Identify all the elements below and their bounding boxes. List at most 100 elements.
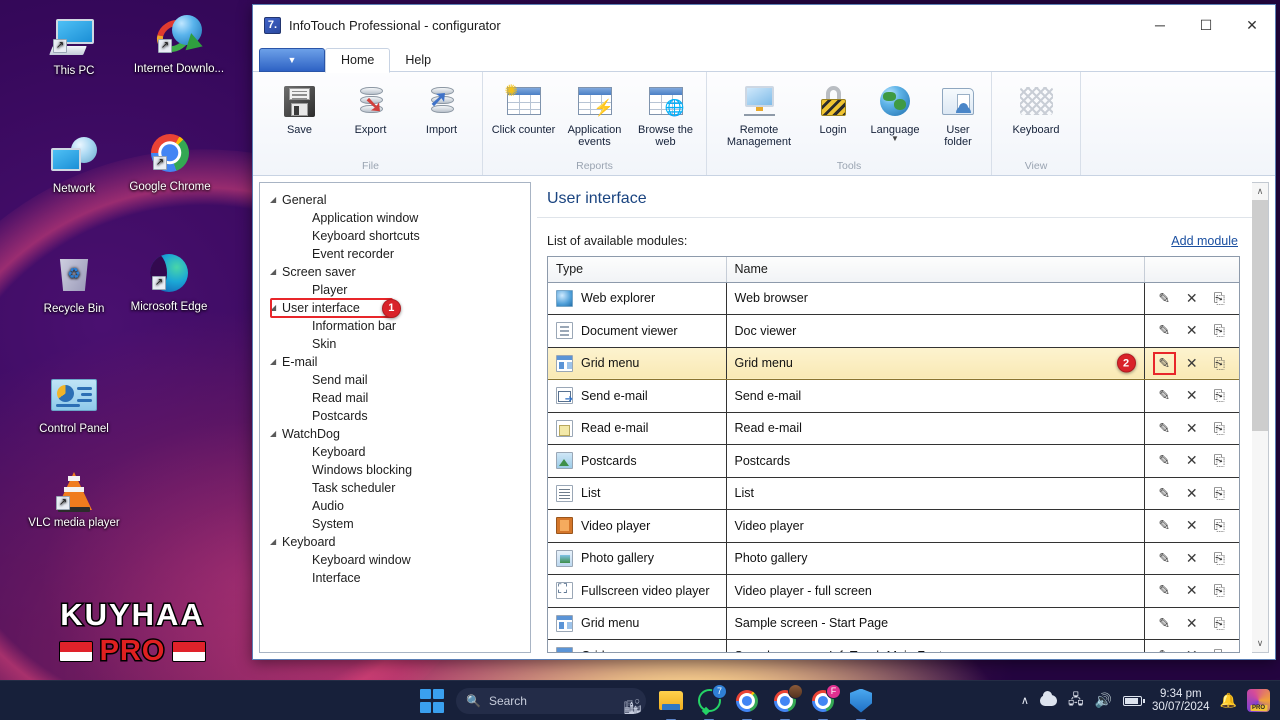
- taskbar-whatsapp[interactable]: 7: [696, 683, 727, 720]
- row-copy-button[interactable]: ⎘: [1209, 418, 1230, 439]
- battery-icon[interactable]: [1123, 695, 1145, 706]
- tree-item-interface[interactable]: Interface: [266, 569, 526, 587]
- desktop-icon-google-chrome[interactable]: ↗ Google Chrome: [122, 128, 218, 194]
- expand-triangle-icon[interactable]: ◢: [270, 358, 282, 366]
- tree-item-screen-saver[interactable]: ◢ Screen saver: [266, 263, 526, 281]
- row-copy-button[interactable]: ⎘: [1209, 385, 1230, 406]
- table-row[interactable]: Grid menu Sample screen - Start Page ✎ ✕…: [548, 607, 1239, 640]
- row-delete-button[interactable]: ✕: [1181, 515, 1202, 536]
- tree-item-general[interactable]: ◢ General: [266, 191, 526, 209]
- scroll-up-button[interactable]: ∧: [1252, 183, 1268, 200]
- expand-triangle-icon[interactable]: ◢: [270, 430, 282, 438]
- import-button[interactable]: ➚ Import: [407, 78, 476, 136]
- row-copy-button[interactable]: ⎘: [1209, 580, 1230, 601]
- row-delete-button[interactable]: ✕: [1181, 353, 1202, 374]
- row-delete-button[interactable]: ✕: [1181, 483, 1202, 504]
- table-row[interactable]: Fullscreen video player Video player - f…: [548, 574, 1239, 608]
- row-copy-button[interactable]: ⎘: [1209, 645, 1230, 652]
- expand-triangle-icon[interactable]: ◢: [270, 538, 282, 546]
- table-row[interactable]: Web explorer Web browser ✎ ✕ ⎘: [548, 282, 1239, 315]
- desktop-icon-internet-download-manager[interactable]: ↗ Internet Downlo...: [131, 10, 227, 76]
- tree-item-system[interactable]: System: [266, 515, 526, 533]
- add-module-link[interactable]: Add module: [1171, 234, 1238, 248]
- keyboard-button[interactable]: Keyboard: [998, 78, 1074, 136]
- application-menu-button[interactable]: ▼: [259, 48, 325, 72]
- tab-help[interactable]: Help: [390, 49, 446, 72]
- tree-item-read-mail[interactable]: Read mail: [266, 389, 526, 407]
- browse-the-web-button[interactable]: 🌐 Browse the web: [631, 78, 700, 148]
- minimize-button[interactable]: ─: [1137, 5, 1183, 45]
- scroll-down-button[interactable]: ∨: [1252, 635, 1268, 652]
- row-copy-button[interactable]: ⎘: [1209, 450, 1230, 471]
- row-delete-button[interactable]: ✕: [1181, 385, 1202, 406]
- row-edit-button[interactable]: ✎: [1154, 548, 1175, 569]
- row-edit-button[interactable]: ✎: [1154, 515, 1175, 536]
- table-row[interactable]: Grid menu Sample screen - InfoTouch Main…: [548, 639, 1239, 652]
- tree-item-audio[interactable]: Audio: [266, 497, 526, 515]
- row-delete-button[interactable]: ✕: [1181, 320, 1202, 341]
- tree-item-information-bar[interactable]: Information bar: [266, 317, 526, 335]
- settings-tree[interactable]: ◢ General Application window Keyboard sho…: [259, 182, 531, 653]
- content-vertical-scrollbar[interactable]: ∧ ∨: [1252, 182, 1269, 653]
- row-edit-button[interactable]: ✎: [1154, 288, 1175, 309]
- row-edit-button[interactable]: ✎: [1154, 320, 1175, 341]
- row-delete-button[interactable]: ✕: [1181, 613, 1202, 634]
- desktop-icon-control-panel[interactable]: Control Panel: [26, 370, 122, 436]
- expand-triangle-icon[interactable]: ◢: [270, 196, 282, 204]
- expand-triangle-icon[interactable]: ◢: [270, 268, 282, 276]
- row-edit-button[interactable]: ✎: [1154, 418, 1175, 439]
- taskbar-google-chrome-f[interactable]: F: [810, 683, 841, 720]
- desktop-icon-network[interactable]: Network: [26, 130, 122, 196]
- remote-management-button[interactable]: Remote Management: [713, 78, 805, 148]
- maximize-button[interactable]: ☐: [1183, 5, 1229, 45]
- taskbar-file-explorer[interactable]: [658, 688, 684, 720]
- row-edit-button[interactable]: ✎: [1154, 580, 1175, 601]
- table-row[interactable]: Video player Video player ✎ ✕ ⎘: [548, 509, 1239, 543]
- tree-item-windows-blocking[interactable]: Windows blocking: [266, 461, 526, 479]
- row-edit-button[interactable]: ✎: [1154, 450, 1175, 471]
- row-edit-button[interactable]: ✎: [1152, 351, 1176, 375]
- tree-item-postcards[interactable]: Postcards: [266, 407, 526, 425]
- close-button[interactable]: ✕: [1229, 5, 1275, 45]
- taskbar-google-chrome-profile[interactable]: [772, 683, 803, 720]
- column-header-type[interactable]: Type: [548, 257, 727, 283]
- tree-item-send-mail[interactable]: Send mail: [266, 371, 526, 389]
- row-copy-button[interactable]: ⎘: [1209, 353, 1230, 374]
- window-title-bar[interactable]: 7. InfoTouch Professional - configurator…: [253, 5, 1275, 45]
- row-edit-button[interactable]: ✎: [1154, 613, 1175, 634]
- save-button[interactable]: Save: [265, 78, 334, 136]
- tab-home[interactable]: Home: [325, 48, 391, 73]
- row-delete-button[interactable]: ✕: [1181, 548, 1202, 569]
- export-button[interactable]: ➘ Export: [336, 78, 405, 136]
- table-row-selected[interactable]: Grid menu Grid menu 2 ✎ ✕ ⎘: [548, 347, 1239, 380]
- scrollbar-track[interactable]: [1252, 200, 1268, 635]
- tree-item-skin[interactable]: Skin: [266, 335, 526, 353]
- tree-item-keyboard-shortcuts[interactable]: Keyboard shortcuts: [266, 227, 526, 245]
- pro-app-icon[interactable]: PRO: [1247, 689, 1270, 712]
- column-header-name[interactable]: Name: [726, 257, 1145, 283]
- desktop-icon-recycle-bin[interactable]: ♻ Recycle Bin: [26, 250, 122, 316]
- tree-item-application-window[interactable]: Application window: [266, 209, 526, 227]
- table-row[interactable]: Photo gallery Photo gallery ✎ ✕ ⎘: [548, 542, 1239, 575]
- click-counter-button[interactable]: ✺ Click counter: [489, 78, 558, 137]
- table-row[interactable]: Send e-mail Send e-mail ✎ ✕ ⎘: [548, 379, 1239, 413]
- scrollbar-thumb[interactable]: [1252, 200, 1268, 431]
- row-delete-button[interactable]: ✕: [1181, 450, 1202, 471]
- start-button[interactable]: [420, 688, 444, 713]
- tree-item-watchdog-keyboard[interactable]: Keyboard: [266, 443, 526, 461]
- row-copy-button[interactable]: ⎘: [1209, 613, 1230, 634]
- row-delete-button[interactable]: ✕: [1181, 288, 1202, 309]
- row-edit-button[interactable]: ✎: [1154, 483, 1175, 504]
- table-row[interactable]: Document viewer Doc viewer ✎ ✕ ⎘: [548, 314, 1239, 348]
- tree-item-email[interactable]: ◢ E-mail: [266, 353, 526, 371]
- table-row[interactable]: Postcards Postcards ✎ ✕ ⎘: [548, 444, 1239, 478]
- desktop-icon-this-pc[interactable]: ↗ This PC: [26, 12, 122, 78]
- onedrive-icon[interactable]: [1039, 691, 1057, 706]
- row-edit-button[interactable]: ✎: [1154, 385, 1175, 406]
- tree-item-task-scheduler[interactable]: Task scheduler: [266, 479, 526, 497]
- taskbar-google-chrome[interactable]: [734, 688, 760, 720]
- search-box[interactable]: 🔍 Search 🏙: [456, 687, 646, 714]
- tree-item-player[interactable]: Player: [266, 281, 526, 299]
- row-copy-button[interactable]: ⎘: [1209, 483, 1230, 504]
- row-copy-button[interactable]: ⎘: [1209, 288, 1230, 309]
